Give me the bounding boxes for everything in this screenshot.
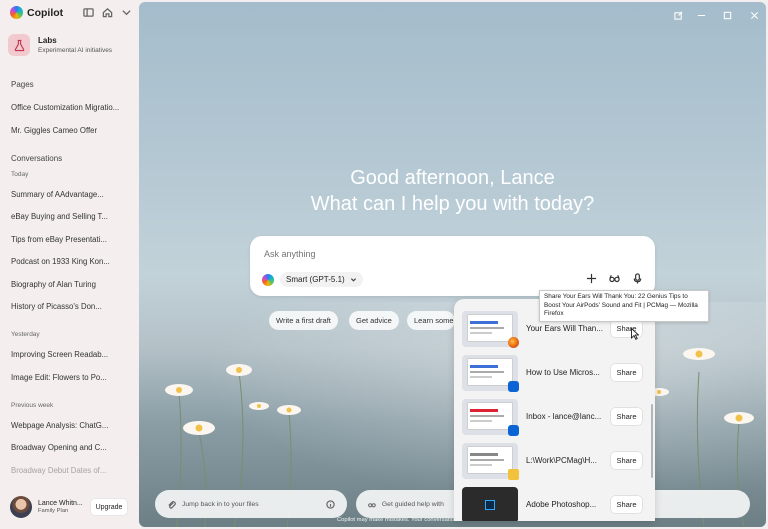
outlook-icon <box>508 425 519 436</box>
suggestion-chip[interactable]: Get advice <box>349 311 399 330</box>
share-row[interactable]: Adobe Photoshop... Share <box>462 487 650 521</box>
glasses-icon[interactable] <box>608 272 620 284</box>
disclaimer: Copilot may make mistakes. Your conversa… <box>337 517 465 523</box>
share-window-panel: Your Ears Will Than... Share How to Use … <box>454 299 655 521</box>
conversation-item[interactable]: Image Edit: Flowers to Po... <box>11 373 129 382</box>
home-icon[interactable] <box>101 5 113 19</box>
conversation-item[interactable]: Broadway Debut Dates of... <box>11 466 129 475</box>
files-shortcut[interactable]: Jump back in to your files <box>155 490 347 518</box>
window-title: L:\Work\PCMag\H... <box>526 456 597 465</box>
labs-title: Labs <box>38 36 57 45</box>
files-shortcut-label: Jump back in to your files <box>182 500 259 508</box>
labs-entry[interactable]: Labs Experimental AI initiatives <box>8 34 112 56</box>
ask-input[interactable] <box>264 249 564 259</box>
share-button[interactable]: Share <box>611 496 642 513</box>
user-name: Lance Whitn... <box>38 500 83 507</box>
guided-help-shortcut-end <box>655 490 750 518</box>
window-title: How to Use Micros... <box>526 368 600 377</box>
share-button[interactable]: Share <box>611 452 642 469</box>
share-button[interactable]: Share <box>611 364 642 381</box>
guided-help-shortcut[interactable]: Get guided help with yo <box>356 490 456 518</box>
close-icon[interactable] <box>747 8 761 22</box>
guided-help-label: Get guided help with yo <box>381 500 444 508</box>
user-plan: Family Plan <box>38 508 69 514</box>
mouse-cursor-icon <box>631 328 639 340</box>
conversation-item[interactable]: Summary of AAdvantage... <box>11 190 129 199</box>
photoshop-icon <box>485 500 495 510</box>
window-title: Inbox - lance@lanc... <box>526 412 602 421</box>
paperclip-icon <box>168 500 176 509</box>
microphone-icon[interactable] <box>631 272 643 284</box>
greeting-question: What can I help you with today? <box>310 193 595 215</box>
share-button[interactable]: Share <box>611 408 642 425</box>
firefox-icon <box>508 337 519 348</box>
conversation-item[interactable]: History of Picasso's Don... <box>11 302 129 311</box>
labs-subtitle: Experimental AI initiatives <box>38 47 113 54</box>
chevron-down-icon <box>350 278 356 282</box>
upgrade-button[interactable]: Upgrade <box>91 499 127 515</box>
conversation-item[interactable]: Webpage Analysis: ChatG... <box>11 421 129 430</box>
page-item[interactable]: Office Customization Migratio... <box>11 103 129 112</box>
main-canvas: Good afternoon, Lance What can I help yo… <box>139 2 766 527</box>
window-title-tooltip: Share Your Ears Will Thank You: 22 Geniu… <box>539 290 709 322</box>
conversation-item[interactable]: Tips from eBay Presentati... <box>11 235 129 244</box>
conversation-item[interactable]: Podcast on 1933 King Kon... <box>11 257 129 266</box>
conversation-item[interactable]: Improving Screen Readab... <box>11 350 129 359</box>
window-title: Your Ears Will Than... <box>526 324 603 333</box>
window-thumbnail <box>462 487 518 521</box>
pages-heading: Pages <box>11 80 34 89</box>
group-label-previous-week: Previous week <box>11 402 54 409</box>
user-profile[interactable]: Lance Whitn... Family Plan <box>10 496 83 518</box>
share-panel-scrollbar[interactable] <box>651 404 653 478</box>
suggestion-chip[interactable]: Learn some <box>407 311 455 330</box>
sidebar-header: Copilot <box>0 0 139 26</box>
copilot-logo-icon <box>262 273 274 286</box>
copilot-logo-icon <box>10 6 23 19</box>
suggestion-chip[interactable]: Write a first draft <box>269 311 338 330</box>
group-label-yesterday: Yesterday <box>11 331 40 338</box>
window-title: Adobe Photoshop... <box>526 500 597 509</box>
add-icon[interactable] <box>585 272 597 284</box>
app-name: Copilot <box>27 6 64 19</box>
labs-flask-icon <box>8 34 30 56</box>
glasses-icon <box>368 502 376 507</box>
folder-icon <box>508 469 519 480</box>
new-chat-icon[interactable] <box>671 8 685 22</box>
info-icon <box>326 499 335 509</box>
chevron-down-icon[interactable] <box>120 5 132 19</box>
outlook-icon <box>508 381 519 392</box>
conversation-item[interactable]: Broadway Opening and C... <box>11 443 129 452</box>
share-row[interactable]: L:\Work\PCMag\H... Share <box>462 443 650 483</box>
avatar <box>10 496 32 518</box>
conversation-item[interactable]: eBay Buying and Selling T... <box>11 212 129 221</box>
greeting-line: Good afternoon, Lance <box>350 167 555 189</box>
composer: Smart (GPT-5.1) <box>250 236 655 296</box>
share-row[interactable]: How to Use Micros... Share <box>462 355 650 395</box>
model-label: Smart (GPT-5.1) <box>286 275 345 284</box>
minimize-icon[interactable] <box>694 8 708 22</box>
page-item[interactable]: Mr. Giggles Cameo Offer <box>11 126 129 135</box>
sidebar: Copilot Labs Experimental AI initiatives… <box>0 0 139 529</box>
model-selector[interactable]: Smart (GPT-5.1) <box>280 272 363 287</box>
conversations-heading: Conversations <box>11 154 63 163</box>
maximize-icon[interactable] <box>720 8 734 22</box>
brand[interactable]: Copilot <box>10 6 63 19</box>
sidebar-toggle-icon[interactable] <box>82 5 94 19</box>
group-label-today: Today <box>11 171 29 178</box>
conversation-item[interactable]: Biography of Alan Turing <box>11 280 129 289</box>
share-row[interactable]: Inbox - lance@lanc... Share <box>462 399 650 439</box>
